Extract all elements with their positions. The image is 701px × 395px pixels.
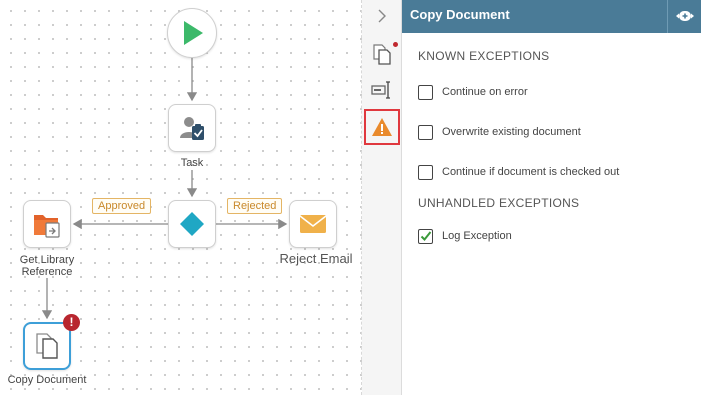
continue-on-error-checkbox[interactable] — [418, 84, 433, 100]
log-exception-checkbox[interactable] — [418, 228, 433, 244]
unhandled-exceptions-title: UNHANDLED EXCEPTIONS — [418, 196, 580, 210]
tab-alert-dot — [393, 42, 398, 47]
overwrite-existing-checkbox[interactable] — [418, 124, 433, 140]
option-overwrite-existing[interactable]: Overwrite existing document — [418, 123, 581, 141]
task-user-icon — [180, 117, 204, 140]
branch-tag-approved: Approved — [92, 198, 152, 214]
option-continue-on-error[interactable]: Continue on error — [418, 83, 528, 101]
properties-panel: Copy Document KNOWN EXCEPTIONS Continue … — [402, 0, 701, 395]
workflow-canvas[interactable]: Task Approved Rejected Get Library Refer… — [0, 0, 362, 395]
diamond-icon — [180, 212, 204, 236]
task-node[interactable] — [168, 104, 216, 152]
expand-panel-button[interactable] — [674, 8, 696, 24]
option-log-exception[interactable]: Log Exception — [418, 227, 512, 245]
header-divider — [667, 0, 668, 33]
folder-icon — [34, 215, 60, 238]
collapse-panel-button[interactable] — [366, 0, 398, 32]
option-continue-checked-out[interactable]: Continue if document is checked out — [418, 163, 619, 181]
overwrite-existing-label: Overwrite existing document — [442, 126, 581, 138]
panel-title: Copy Document — [410, 7, 510, 22]
start-node[interactable] — [167, 8, 217, 58]
branch-tag-rejected: Rejected — [227, 198, 283, 214]
envelope-icon — [299, 215, 327, 233]
document-pages-icon — [373, 44, 391, 65]
panel-header: Copy Document — [402, 0, 701, 33]
side-tab-strip — [362, 0, 402, 395]
copy-document-label: Copy Document — [7, 374, 87, 386]
continue-checked-out-label: Continue if document is checked out — [442, 166, 620, 178]
decision-node[interactable] — [168, 200, 216, 248]
tab-fields[interactable] — [366, 74, 398, 106]
log-exception-label: Log Exception — [442, 230, 512, 242]
text-field-icon — [371, 81, 390, 99]
checkmark-icon — [420, 231, 431, 241]
reject-email-label: Reject Email — [279, 251, 353, 266]
reject-email-node[interactable] — [289, 200, 337, 248]
known-exceptions-title: KNOWN EXCEPTIONS — [418, 49, 550, 63]
expand-arrows-icon — [676, 11, 694, 21]
tab-properties[interactable] — [366, 38, 398, 70]
tab-exceptions[interactable] — [364, 109, 400, 145]
chevron-right-icon — [378, 9, 386, 23]
get-library-reference-label: Get Library Reference — [19, 254, 75, 278]
warning-icon — [372, 118, 392, 136]
play-icon — [184, 21, 203, 45]
get-library-reference-node[interactable] — [23, 200, 71, 248]
task-label: Task — [180, 157, 204, 169]
continue-checked-out-checkbox[interactable] — [418, 164, 433, 180]
copy-document-node[interactable] — [23, 322, 71, 370]
copy-document-icon — [36, 333, 58, 359]
error-badge[interactable]: ! — [63, 314, 80, 331]
continue-on-error-label: Continue on error — [442, 86, 528, 98]
